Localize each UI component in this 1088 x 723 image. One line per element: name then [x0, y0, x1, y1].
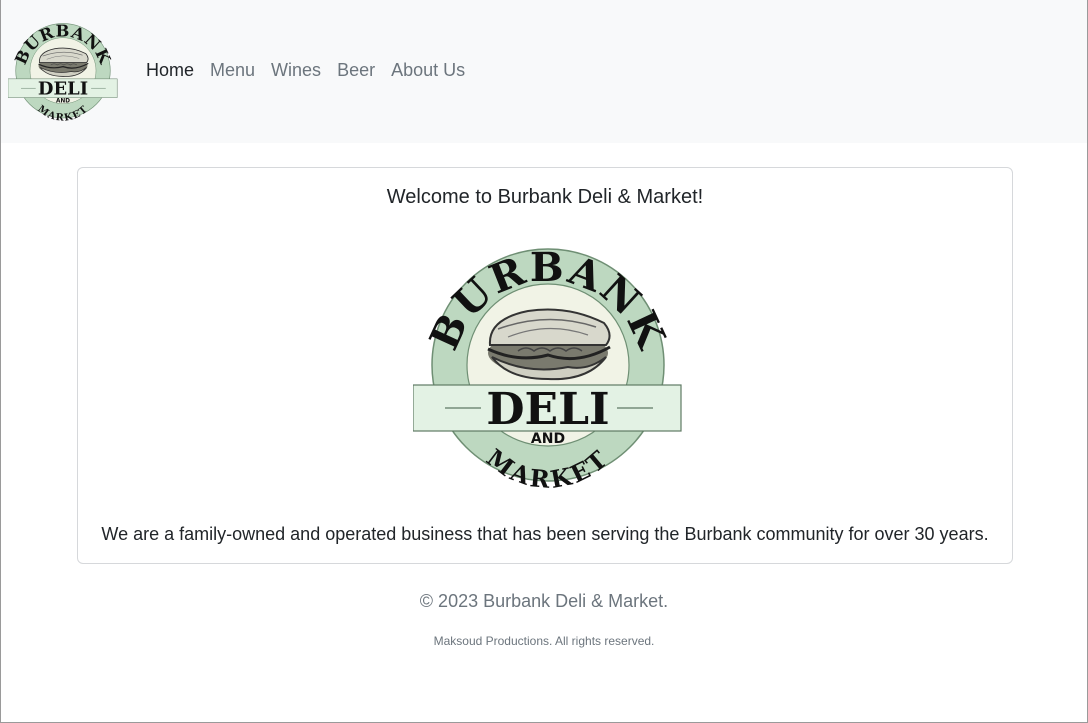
footer-credits: Maksoud Productions. All rights reserved… [433, 634, 655, 648]
welcome-description: We are a family-owned and operated busin… [101, 524, 989, 544]
nav-menu-link[interactable]: Menu [210, 58, 255, 82]
nav-home-link[interactable]: Home [146, 58, 194, 82]
welcome-card: Welcome to Burbank Deli & Market! We are… [77, 167, 1013, 564]
brand-logo[interactable] [7, 20, 118, 125]
welcome-title: Welcome to Burbank Deli & Market! [386, 186, 704, 208]
footer-copyright: © 2023 Burbank Deli & Market. [419, 591, 669, 611]
nav-links: Home Menu Wines Beer About Us [146, 58, 465, 82]
nav-about-us-link[interactable]: About Us [391, 58, 465, 82]
nav-beer-link[interactable]: Beer [337, 58, 375, 82]
nav-wines-link[interactable]: Wines [271, 58, 321, 82]
navbar: Home Menu Wines Beer About Us [1, 0, 1087, 143]
hero-logo-image [411, 241, 683, 496]
